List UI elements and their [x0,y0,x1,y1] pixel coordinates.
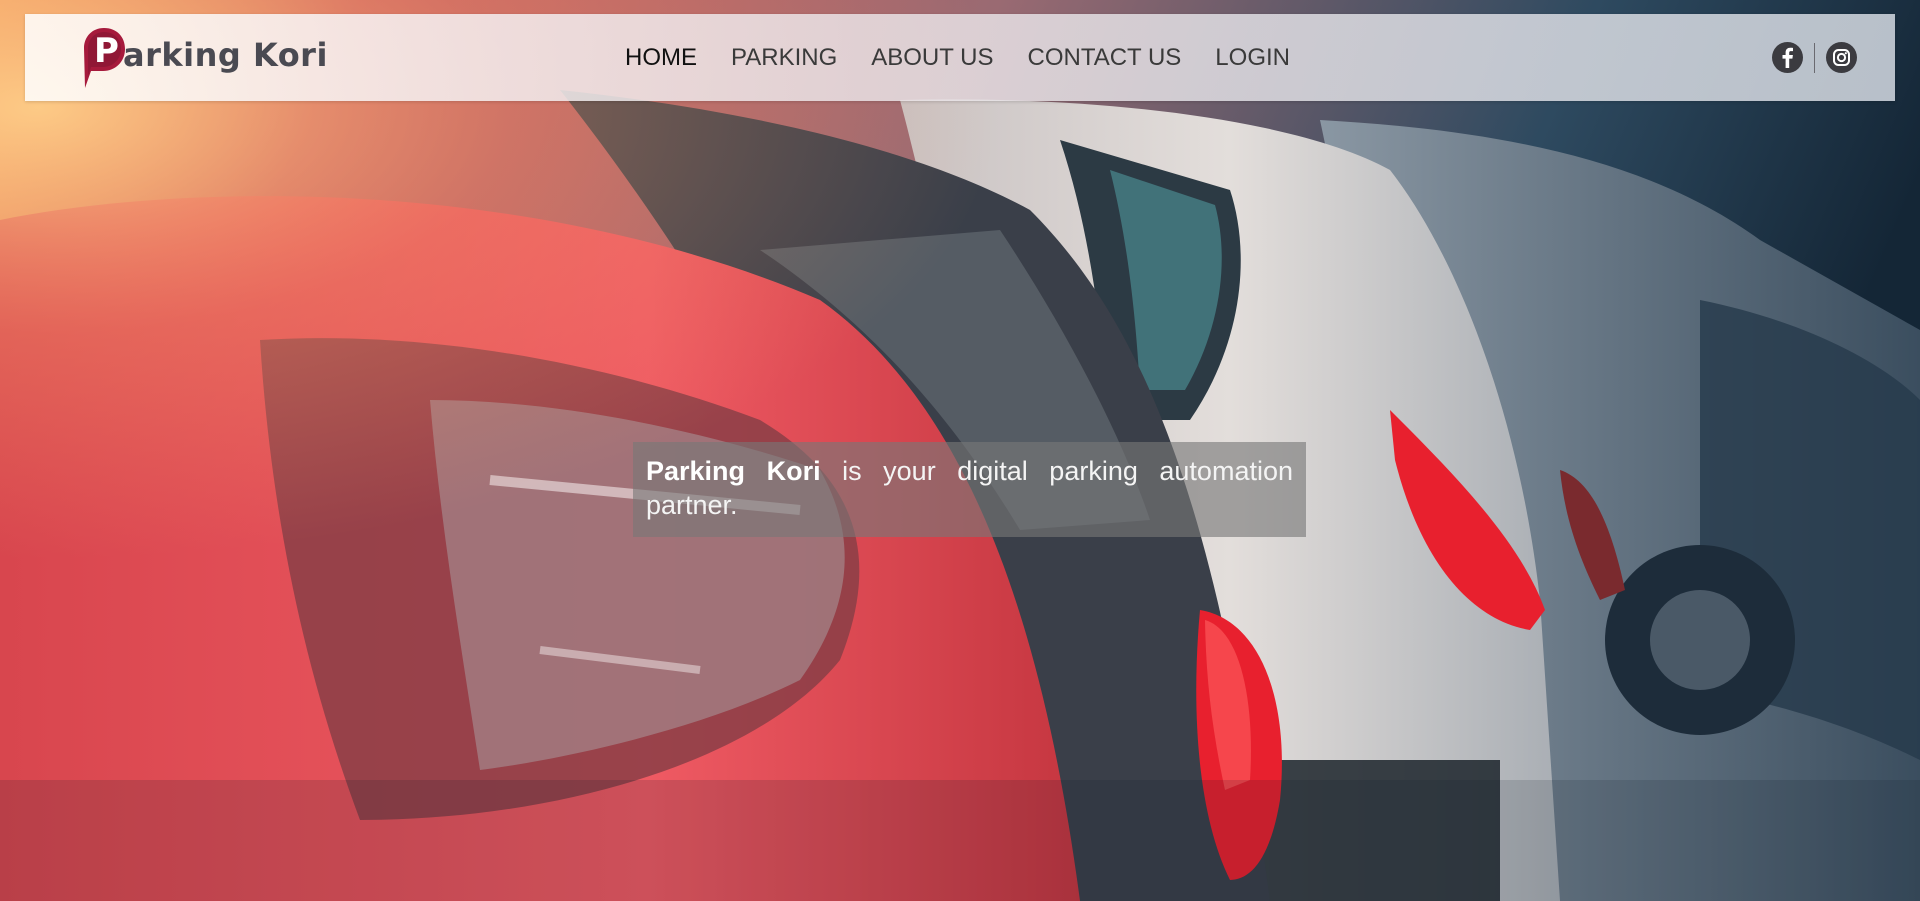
top-navigation-bar: P arking Kori HOME PARKING ABOUT US CONT… [25,14,1895,101]
logo-pin-icon: P [81,26,127,90]
social-links [1772,42,1857,73]
nav-parking[interactable]: PARKING [731,44,837,72]
main-nav: HOME PARKING ABOUT US CONTACT US LOGIN [625,14,1324,101]
nav-home[interactable]: HOME [625,44,697,72]
social-divider [1814,42,1815,73]
brand-name-rest: arking Kori [123,36,328,74]
hero-tagline: Parking Kori is your digital parking aut… [646,454,1293,522]
brand-logo[interactable]: P arking Kori [81,26,328,90]
nav-about-us[interactable]: ABOUT US [871,44,993,72]
nav-login[interactable]: LOGIN [1215,44,1290,72]
nav-contact-us[interactable]: CONTACT US [1028,44,1182,72]
instagram-icon[interactable] [1826,42,1857,73]
tagline-brand: Parking Kori [646,456,821,486]
logo-letter: P [94,31,119,71]
brand-name: arking Kori [123,36,328,74]
facebook-icon[interactable] [1772,42,1803,73]
hero-tagline-box: Parking Kori is your digital parking aut… [633,442,1306,537]
